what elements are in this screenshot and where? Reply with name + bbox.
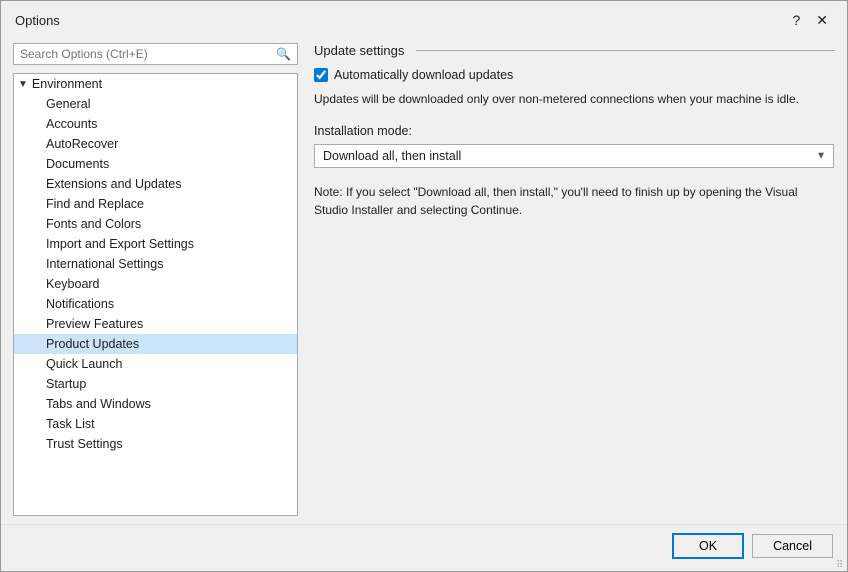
tree-item-import-and-export-settings[interactable]: Import and Export Settings <box>14 234 297 254</box>
tree-item-autorecover[interactable]: AutoRecover <box>14 134 297 154</box>
search-icon: 🔍 <box>276 47 291 61</box>
tree-item-environment[interactable]: ▼ Environment <box>14 74 297 94</box>
tree-item-product-updates[interactable]: Product Updates <box>14 334 297 354</box>
right-panel: Update settings Automatically download u… <box>298 43 835 516</box>
ok-button[interactable]: OK <box>672 533 744 559</box>
tree-item-trust-settings[interactable]: Trust Settings <box>14 434 297 454</box>
auto-download-checkbox[interactable] <box>314 68 328 82</box>
auto-download-label[interactable]: Automatically download updates <box>334 68 513 82</box>
help-button[interactable]: ? <box>787 11 805 29</box>
checkbox-row: Automatically download updates <box>314 68 835 82</box>
tree-item-accounts[interactable]: Accounts <box>14 114 297 134</box>
tree-container[interactable]: ▼ Environment GeneralAccountsAutoRecover… <box>13 73 298 516</box>
dialog-title: Options <box>15 13 60 28</box>
dialog-body: 🔍 ▼ Environment GeneralAccountsAutoRecov… <box>1 35 847 524</box>
note-text: Note: If you select "Download all, then … <box>314 183 834 219</box>
tree-item-international-settings[interactable]: International Settings <box>14 254 297 274</box>
tree-toggle-icon: ▼ <box>18 79 28 90</box>
tree-item-documents[interactable]: Documents <box>14 154 297 174</box>
tree-item-tabs-and-windows[interactable]: Tabs and Windows <box>14 394 297 414</box>
search-box[interactable]: 🔍 <box>13 43 298 65</box>
section-header: Update settings <box>314 43 835 58</box>
cancel-button[interactable]: Cancel <box>752 534 833 558</box>
title-bar-controls: ? ✕ <box>787 11 833 29</box>
resize-handle[interactable]: ⠿ <box>836 560 846 570</box>
tree-item-notifications[interactable]: Notifications <box>14 294 297 314</box>
tree-item-fonts-and-colors[interactable]: Fonts and Colors <box>14 214 297 234</box>
tree-item-quick-launch[interactable]: Quick Launch <box>14 354 297 374</box>
installation-mode-label: Installation mode: <box>314 124 835 138</box>
tree-item-task-list[interactable]: Task List <box>14 414 297 434</box>
description-text: Updates will be downloaded only over non… <box>314 90 834 108</box>
tree-item-extensions-and-updates[interactable]: Extensions and Updates <box>14 174 297 194</box>
installation-mode-dropdown[interactable]: Download all, then installDownload and i… <box>314 144 834 168</box>
tree-parent-label: Environment <box>32 77 102 91</box>
dialog-footer: OK Cancel <box>1 524 847 571</box>
tree-item-find-and-replace[interactable]: Find and Replace <box>14 194 297 214</box>
tree-item-general[interactable]: General <box>14 94 297 114</box>
dropdown-wrapper: Download all, then installDownload and i… <box>314 144 834 168</box>
search-input[interactable] <box>20 47 276 61</box>
tree-item-keyboard[interactable]: Keyboard <box>14 274 297 294</box>
tree-item-startup[interactable]: Startup <box>14 374 297 394</box>
title-bar: Options ? ✕ <box>1 1 847 35</box>
close-button[interactable]: ✕ <box>811 11 833 29</box>
left-panel: 🔍 ▼ Environment GeneralAccountsAutoRecov… <box>13 43 298 516</box>
section-title: Update settings <box>314 43 404 58</box>
tree-item-preview-features[interactable]: Preview Features <box>14 314 297 334</box>
